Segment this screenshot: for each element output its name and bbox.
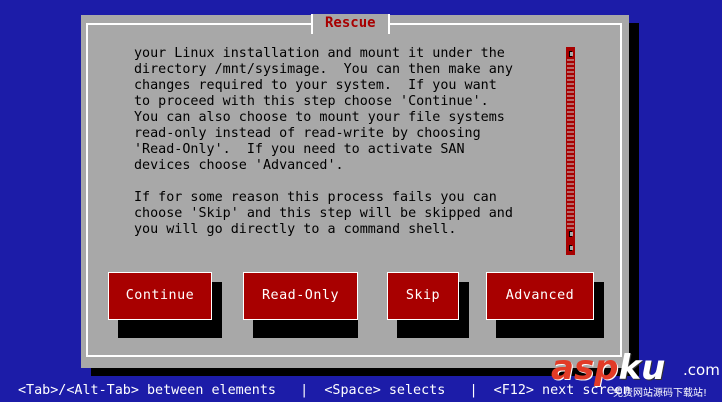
advanced-button[interactable]: Advanced [486,272,594,320]
scrollbar[interactable] [566,47,575,255]
scroll-down-icon[interactable] [567,243,574,253]
scroll-track[interactable] [567,59,574,239]
continue-button-label: Continue [125,288,195,303]
read-only-button-label: Read-Only [261,288,340,303]
scroll-up-icon[interactable] [567,49,574,59]
continue-button[interactable]: Continue [108,272,212,320]
watermark-part1: asp [551,348,619,388]
watermark-part2: ku [618,348,666,388]
scroll-thumb[interactable] [567,229,574,239]
dialog-body-text: your Linux installation and mount it und… [134,46,513,237]
watermark-wordmark: aspku [551,349,665,387]
watermark-subtitle: 免费网站源码下载站! [613,388,708,399]
watermark-tld: .com [683,361,720,379]
advanced-button-label: Advanced [505,288,575,303]
dialog-title: Rescue [311,14,390,34]
dialog-shadow [629,23,639,376]
skip-button[interactable]: Skip [387,272,459,320]
skip-button-label: Skip [405,288,441,303]
watermark-logo: aspku .com 免费网站源码下载站! [551,349,720,399]
read-only-button[interactable]: Read-Only [243,272,358,320]
